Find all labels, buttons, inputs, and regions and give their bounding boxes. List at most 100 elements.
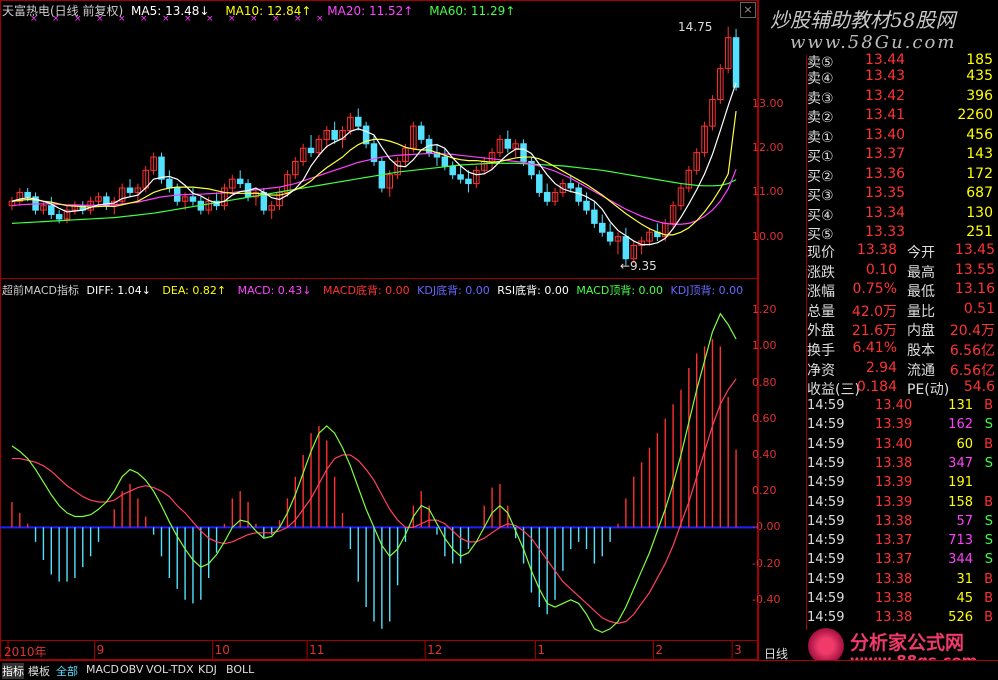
candle-body bbox=[417, 125, 425, 140]
trade-time: 14:59 bbox=[807, 398, 845, 413]
macd-bottom-label: MACD底背: 0.00 bbox=[322, 284, 410, 297]
stat-label: 涨幅 bbox=[807, 284, 835, 300]
x-tick-label: 9 bbox=[96, 643, 105, 657]
stat-value: 0.51 bbox=[963, 300, 995, 317]
macd-top-label: MACD顶背: 0.00 bbox=[576, 284, 664, 297]
order-volume: 172 bbox=[966, 165, 993, 182]
x-tick-label: 11 bbox=[309, 643, 325, 657]
trade-volume: 158 bbox=[948, 494, 973, 510]
stat-value: 6.41% bbox=[852, 340, 897, 356]
trade-time: 14:59 bbox=[807, 533, 845, 549]
stat-value: 13.55 bbox=[954, 261, 995, 278]
tab-vol-tdx[interactable]: VOL-TDX bbox=[146, 663, 194, 676]
close-icon[interactable]: × bbox=[740, 2, 756, 18]
trade-row: 14:59 13.39 162 S bbox=[807, 417, 997, 435]
trade-volume: 162 bbox=[948, 417, 973, 433]
order-label: 卖④ bbox=[807, 71, 834, 87]
trade-price: 13.37 bbox=[875, 533, 913, 549]
candle-body bbox=[606, 231, 614, 242]
order-volume: 2260 bbox=[957, 107, 993, 123]
stat-label: 涨跌 bbox=[807, 264, 835, 281]
stat-label: 净资 bbox=[807, 362, 835, 379]
trade-volume: 347 bbox=[948, 455, 973, 471]
order-volume: 130 bbox=[966, 204, 993, 221]
order-price: 13.35 bbox=[865, 185, 906, 201]
candle-body bbox=[520, 143, 527, 162]
candle-body bbox=[449, 165, 456, 176]
candle-body bbox=[307, 147, 315, 154]
stat-row: 外盘 21.6万 内盘 20.4万 bbox=[807, 320, 997, 340]
order-price: 13.41 bbox=[865, 107, 906, 123]
trade-side: B bbox=[984, 494, 993, 510]
sell-row: 卖④ 13.43 435 bbox=[807, 68, 997, 88]
trade-volume: 191 bbox=[948, 475, 973, 491]
price-chart: × × × × × × × × × × × × × × bbox=[8, 14, 758, 266]
trade-price: 13.40 bbox=[875, 436, 913, 452]
trade-time: 14:59 bbox=[807, 475, 845, 491]
trade-volume: 45 bbox=[956, 591, 973, 606]
sell-row: 卖③ 13.42 396 bbox=[807, 88, 997, 108]
trade-time: 14:59 bbox=[807, 610, 845, 626]
main-header: 天富热电(日线 前复权) MA5: 13.48↓ MA10: 12.84↑ MA… bbox=[2, 2, 515, 19]
order-volume: 435 bbox=[966, 68, 993, 84]
tab-模板[interactable]: 模板 bbox=[28, 663, 50, 679]
order-volume: 396 bbox=[966, 87, 993, 104]
candle-body bbox=[536, 174, 543, 193]
order-label: 买③ bbox=[807, 188, 834, 204]
trade-side: S bbox=[984, 552, 993, 568]
trade-time: 14:59 bbox=[807, 436, 845, 452]
trade-side: S bbox=[984, 455, 993, 471]
stat-value: 13.38 bbox=[856, 242, 897, 258]
candle-body bbox=[583, 200, 590, 211]
trade-time: 14:59 bbox=[807, 494, 845, 510]
kdj-bottom-label: KDJ底背: 0.00 bbox=[417, 284, 490, 297]
stat-row: 总量 42.0万 量比 0.51 bbox=[807, 301, 997, 321]
trade-row: 14:59 13.37 713 S bbox=[807, 533, 997, 551]
trade-volume: 713 bbox=[948, 533, 973, 549]
tab-全部[interactable]: 全部 bbox=[56, 663, 78, 679]
tab-boll[interactable]: BOLL bbox=[226, 663, 254, 676]
candle-body bbox=[158, 156, 165, 180]
trade-price: 13.38 bbox=[875, 513, 913, 529]
order-label: 买④ bbox=[807, 207, 834, 224]
trade-side: S bbox=[984, 417, 993, 433]
order-label: 买② bbox=[807, 168, 834, 185]
tab-kdj[interactable]: KDJ bbox=[198, 663, 217, 676]
order-price: 13.42 bbox=[865, 87, 906, 104]
period-label[interactable]: 日线 bbox=[764, 645, 788, 662]
order-price: 13.43 bbox=[865, 68, 906, 84]
buy-row: 买③ 13.35 687 bbox=[807, 185, 997, 205]
tab-指标[interactable]: 指标 bbox=[2, 663, 24, 679]
buy-row: 买② 13.36 172 bbox=[807, 166, 997, 186]
diff-label: DIFF: 1.04↓ bbox=[86, 284, 151, 297]
trade-row: 14:59 13.37 344 S bbox=[807, 552, 997, 570]
stat-row: 现价 13.38 今开 13.45 bbox=[807, 242, 997, 262]
order-price: 13.44 bbox=[865, 52, 906, 68]
tab-obv[interactable]: OBV bbox=[120, 663, 143, 676]
stat-value: 0.10 bbox=[865, 261, 897, 278]
ma20-label: MA20: 11.52↑ bbox=[327, 4, 414, 18]
trade-side: S bbox=[984, 513, 993, 529]
candle-body bbox=[504, 138, 512, 149]
order-label: 卖① bbox=[807, 129, 834, 146]
rsi-bottom-label: RSI底背: 0.00 bbox=[497, 284, 569, 297]
trade-time: 14:59 bbox=[807, 417, 845, 433]
trade-time: 14:59 bbox=[807, 591, 845, 606]
trade-side: S bbox=[984, 533, 993, 549]
stat-label: 最低 bbox=[907, 284, 935, 300]
x-tick-label: 2 bbox=[655, 643, 664, 657]
stock-title: 天富热电(日线 前复权) bbox=[2, 4, 124, 18]
dea-label: DEA: 0.82↑ bbox=[162, 284, 227, 297]
stat-label: 现价 bbox=[807, 245, 835, 261]
ma10-line bbox=[11, 110, 737, 236]
trade-price: 13.38 bbox=[875, 610, 913, 626]
candle-body bbox=[166, 178, 173, 189]
x-tick-label: 2010年 bbox=[4, 645, 47, 659]
stat-row: 收益(三) 0.184 PE(动) 54.6 bbox=[807, 379, 997, 399]
trade-volume: 31 bbox=[956, 571, 973, 587]
tab-macd[interactable]: MACD bbox=[86, 663, 119, 676]
trade-side: B bbox=[984, 610, 993, 626]
trade-row: 14:59 13.38 526 B bbox=[807, 610, 997, 628]
trade-time: 14:59 bbox=[807, 552, 845, 568]
stat-value: 13.45 bbox=[954, 242, 995, 258]
